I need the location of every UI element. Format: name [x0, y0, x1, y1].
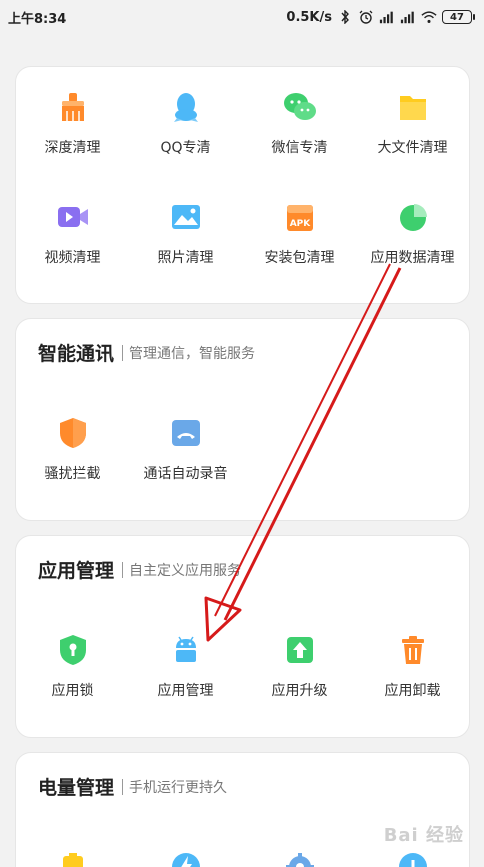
divider: [122, 344, 124, 361]
broom-icon: [55, 89, 91, 125]
app-lock-item[interactable]: 应用锁: [16, 632, 129, 700]
clean-tools-card: 深度清理 QQ专清 微信专清 大文件清理 视频清理 照片清理 APK 安装包清理…: [15, 66, 470, 304]
call-record-label: 通话自动录音: [143, 466, 228, 482]
divider: [122, 778, 124, 795]
app-manage-card: 应用管理 自主定义应用服务 应用锁 应用管理 应用升级 应用卸载: [15, 535, 470, 738]
harassment-block-label: 骚扰拦截: [44, 466, 101, 482]
app-uninstall-label: 应用卸载: [384, 683, 441, 699]
call-record-icon: [168, 415, 204, 451]
battery-icon: [55, 849, 91, 867]
wifi-icon: [421, 11, 437, 23]
power-info-item[interactable]: [356, 849, 469, 867]
qq-icon: [168, 89, 204, 125]
android-icon: [168, 632, 204, 668]
video-clean-label: 视频清理: [44, 250, 101, 266]
large-file-clean-item[interactable]: 大文件清理: [356, 89, 469, 157]
deep-clean-label: 深度清理: [44, 140, 101, 156]
app-manager-item[interactable]: 应用管理: [129, 632, 242, 700]
wechat-clean-item[interactable]: 微信专清: [243, 89, 356, 157]
network-speed: 0.5K/s: [286, 9, 332, 25]
apk-badge-text: APK: [289, 219, 311, 229]
app-upgrade-label: 应用升级: [271, 683, 328, 699]
gear-icon: [282, 849, 318, 867]
power-settings-item[interactable]: [243, 849, 356, 867]
wechat-icon: [282, 89, 318, 125]
section-title: 电量管理: [38, 777, 115, 799]
signal-icon-2: [400, 11, 414, 24]
smart-comm-header: 智能通讯 管理通信，智能服务: [38, 339, 255, 366]
app-data-clean-label: 应用数据清理: [370, 250, 455, 266]
clock: 上午8:34: [8, 11, 67, 27]
app-upgrade-item[interactable]: 应用升级: [243, 632, 356, 700]
fast-charge-item[interactable]: [129, 849, 242, 867]
app-uninstall-item[interactable]: 应用卸载: [356, 632, 469, 700]
battery-indicator: 47: [442, 10, 475, 24]
deep-clean-item[interactable]: 深度清理: [16, 89, 129, 157]
call-record-item[interactable]: 通话自动录音: [129, 415, 242, 483]
shield-icon: [55, 415, 91, 451]
power-manage-card: 电量管理 手机运行更持久: [15, 752, 470, 867]
apk-icon: APK: [282, 199, 318, 235]
wechat-clean-label: 微信专清: [271, 140, 328, 156]
photo-clean-label: 照片清理: [157, 250, 214, 266]
qq-clean-label: QQ专清: [160, 140, 211, 156]
smart-comm-card: 智能通讯 管理通信，智能服务 骚扰拦截 通话自动录音: [15, 318, 470, 521]
section-subtitle: 管理通信，智能服务: [129, 345, 256, 362]
trash-icon: [395, 632, 431, 668]
harassment-block-item[interactable]: 骚扰拦截: [16, 415, 129, 483]
info-icon: [395, 849, 431, 867]
lightning-icon: [168, 849, 204, 867]
battery-item[interactable]: [16, 849, 129, 867]
lock-shield-icon: [55, 632, 91, 668]
folder-icon: [395, 89, 431, 125]
power-manage-header: 电量管理 手机运行更持久: [38, 773, 227, 800]
photo-clean-item[interactable]: 照片清理: [129, 199, 242, 267]
app-data-clean-item[interactable]: 应用数据清理: [356, 199, 469, 267]
app-manager-label: 应用管理: [157, 683, 214, 699]
app-manage-header: 应用管理 自主定义应用服务: [38, 556, 241, 583]
status-bar: 上午8:34 0.5K/s 47: [0, 0, 484, 34]
photo-icon: [168, 199, 204, 235]
alarm-icon: [359, 10, 373, 24]
section-subtitle: 自主定义应用服务: [129, 562, 242, 579]
section-title: 应用管理: [38, 560, 115, 582]
signal-icon: [379, 11, 393, 24]
video-clean-item[interactable]: 视频清理: [16, 199, 129, 267]
qq-clean-item[interactable]: QQ专清: [129, 89, 242, 157]
section-subtitle: 手机运行更持久: [129, 779, 228, 796]
pie-chart-icon: [395, 199, 431, 235]
watermark: Bai 经验: [383, 825, 464, 846]
video-icon: [55, 199, 91, 235]
status-icons: 0.5K/s 47: [286, 9, 475, 25]
apk-clean-label: 安装包清理: [264, 250, 335, 266]
large-file-clean-label: 大文件清理: [377, 140, 448, 156]
divider: [122, 561, 124, 578]
bluetooth-icon: [341, 10, 349, 24]
app-lock-label: 应用锁: [51, 683, 94, 699]
apk-clean-item[interactable]: APK 安装包清理: [243, 199, 356, 267]
upgrade-icon: [282, 632, 318, 668]
section-title: 智能通讯: [38, 343, 115, 365]
